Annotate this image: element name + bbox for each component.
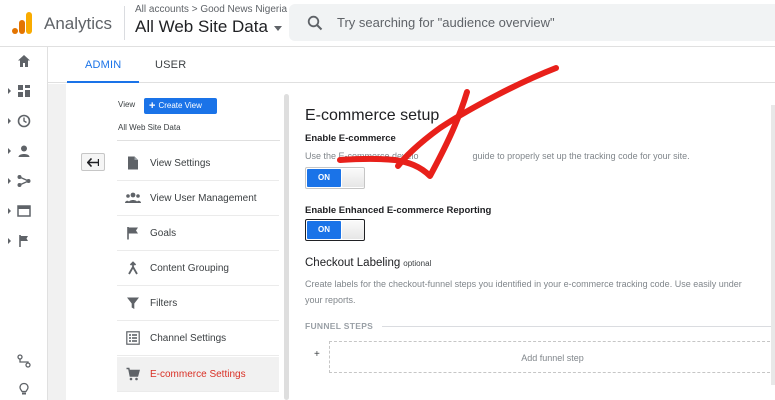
search-bar[interactable]: Try searching for "audience overview" [289,4,775,41]
lightbulb-icon [19,382,29,395]
enable-ecommerce-toggle[interactable]: ON [305,167,365,189]
property-name: All Web Site Data [135,17,268,36]
view-column-scrollbar[interactable] [284,94,289,400]
page-title: E-commerce setup [305,107,440,124]
enable-ecommerce-description: Use the E-commerce develo guide to proper… [305,151,690,161]
menu-item-label: View Settings [150,157,211,169]
back-button[interactable] [81,153,105,171]
expand-arrow-icon [8,178,11,184]
nav-realtime[interactable] [0,109,48,133]
menu-item-channel-settings[interactable]: Channel Settings [117,321,279,356]
plus-icon: + [149,100,156,112]
menu-item-label: Content Grouping [150,262,229,274]
menu-item-label: Channel Settings [150,332,227,344]
flag-icon [125,225,141,241]
left-nav-rail [0,47,48,400]
nav-home[interactable] [0,49,48,73]
merge-icon [125,260,141,276]
tab-user[interactable]: USER [137,47,204,83]
view-column-label: View [118,100,136,109]
menu-item-view-settings[interactable]: View Settings [117,146,279,181]
home-icon [18,55,30,67]
expand-arrow-icon [8,208,11,214]
create-view-label: Create View [158,101,202,110]
admin-tabs: ADMIN USER [48,47,775,83]
expand-arrow-icon [8,238,11,244]
top-bar: Analytics All accounts > Good News Niger… [0,0,775,47]
acquisition-icon [17,175,31,187]
checkout-description-line-2: your reports. [305,295,356,305]
nav-audience[interactable] [0,139,48,163]
cart-icon [125,366,141,382]
menu-item-filters[interactable]: Filters [117,286,279,321]
view-divider [117,140,280,141]
expand-arrow-icon [8,88,11,94]
menu-item-label: Goals [150,227,177,239]
property-selector[interactable]: All Web Site Data [135,17,282,37]
app-name: Analytics [44,14,113,33]
toggle-on-label: ON [307,221,341,239]
document-icon [125,155,141,171]
clock-icon [17,114,31,128]
nav-acquisition[interactable] [0,169,48,193]
chevron-down-icon [273,25,282,31]
tab-admin[interactable]: ADMIN [67,47,140,83]
create-view-button[interactable]: + Create View [144,98,217,114]
header-divider [124,6,125,40]
people-icon [125,190,141,206]
menu-item-goals[interactable]: Goals [117,216,279,251]
toggle-knob [342,169,364,187]
behavior-icon [17,205,31,217]
arrow-left-icon [87,157,99,167]
menu-item-ecommerce-settings[interactable]: E-commerce Settings [117,357,279,392]
checkout-labeling-title: Checkout Labeling optional [305,257,431,269]
account-breadcrumb[interactable]: All accounts > Good News Nigeria [135,4,287,15]
analytics-logo-icon [12,12,32,34]
description-start: Use the E-commerce develo [305,151,419,161]
list-icon [125,330,141,346]
menu-item-label: Filters [150,297,178,309]
toggle-on-label: ON [307,169,341,187]
expand-arrow-icon [8,118,11,124]
app-root: Analytics All accounts > Good News Niger… [0,0,775,400]
enable-ecommerce-label: Enable E-commerce [305,133,396,144]
nav-conversions[interactable] [0,229,48,253]
view-name: All Web Site Data [118,123,181,132]
attribution-icon [17,354,31,368]
nav-discover[interactable] [0,377,48,400]
search-placeholder: Try searching for "audience overview" [337,15,555,30]
nav-behavior[interactable] [0,199,48,223]
optional-badge: optional [403,259,432,268]
checkout-labeling-text: Checkout Labeling [305,257,401,269]
toggle-knob [342,221,364,239]
enhanced-ecommerce-label: Enable Enhanced E-commerce Reporting [305,205,492,216]
checkout-description-line-1: Create labels for the checkout-funnel st… [305,279,742,289]
funnel-step-plus: + [314,349,320,360]
menu-item-view-user-management[interactable]: View User Management [117,181,279,216]
main-scrollbar[interactable] [771,105,775,385]
person-icon [18,145,30,157]
funnel-steps-divider [382,326,775,327]
search-icon [307,15,323,30]
nav-customization[interactable] [0,79,48,103]
filter-icon [125,295,141,311]
menu-item-content-grouping[interactable]: Content Grouping [117,251,279,286]
nav-attribution[interactable] [0,349,48,373]
description-end: guide to properly set up the tracking co… [472,151,690,161]
flag-icon [19,235,28,247]
menu-item-label: View User Management [150,192,257,204]
dashboard-icon [18,85,30,97]
funnel-steps-title: FUNNEL STEPS [305,321,374,331]
menu-item-label: E-commerce Settings [150,368,246,380]
add-funnel-step-button[interactable]: Add funnel step [329,341,775,373]
expand-arrow-icon [8,148,11,154]
enhanced-ecommerce-toggle[interactable]: ON [305,219,365,241]
